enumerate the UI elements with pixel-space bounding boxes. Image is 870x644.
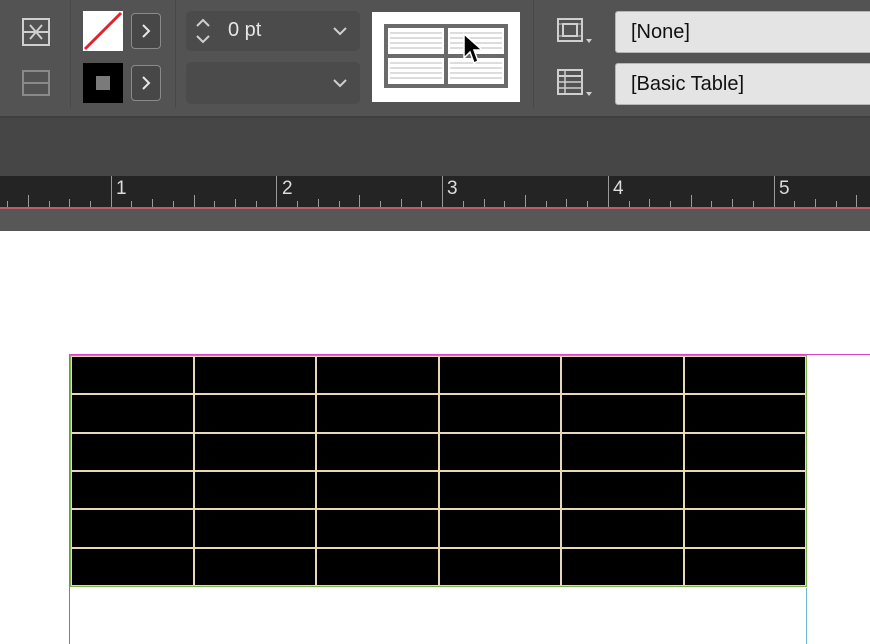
control-panel: 0 pt [None] [Basic Table] xyxy=(0,0,870,116)
stroke-weight-value: 0 pt xyxy=(228,19,262,41)
table-cell[interactable] xyxy=(317,357,438,394)
ruler-tick xyxy=(649,199,650,207)
ruler-tick xyxy=(856,195,857,207)
table-cell[interactable] xyxy=(684,510,805,547)
ruler-tick xyxy=(401,199,402,207)
pasteboard-strip xyxy=(0,209,870,231)
table-cell[interactable] xyxy=(439,510,560,547)
table-cell[interactable] xyxy=(317,395,438,432)
stroke-swatch-menu-button[interactable] xyxy=(131,65,161,101)
ruler-label: 5 xyxy=(779,178,790,199)
cell-style-dropdown[interactable]: [None] xyxy=(615,11,870,53)
ruler-label: 1 xyxy=(116,178,127,199)
table-cell[interactable] xyxy=(194,510,315,547)
table-cell[interactable] xyxy=(562,395,683,432)
table-cell[interactable] xyxy=(72,471,193,509)
table-cell[interactable] xyxy=(684,471,805,509)
table-cell[interactable] xyxy=(72,433,193,470)
stroke-weight-field[interactable]: 0 pt xyxy=(186,11,360,51)
table-cell[interactable] xyxy=(72,548,193,585)
table-cell[interactable] xyxy=(562,471,683,509)
stroke-proxy-preview[interactable] xyxy=(372,12,520,102)
ruler-tick xyxy=(194,195,195,207)
ruler-label: 2 xyxy=(282,178,293,199)
ruler-label: 4 xyxy=(613,178,624,199)
table-cell[interactable] xyxy=(439,395,560,432)
ruler-tick xyxy=(525,195,526,207)
column-guide-right xyxy=(806,588,807,644)
ruler-tick xyxy=(815,199,816,207)
table-cell[interactable] xyxy=(684,433,805,470)
divider xyxy=(533,0,534,108)
ruler-tick xyxy=(69,199,70,207)
ruler-tick xyxy=(732,199,733,207)
table-cell[interactable] xyxy=(194,395,315,432)
chevron-down-icon[interactable] xyxy=(332,78,348,88)
ruler-tick xyxy=(152,199,153,207)
table-cell[interactable] xyxy=(194,471,315,509)
table-style-value: [Basic Table] xyxy=(631,73,745,95)
chevron-right-icon xyxy=(142,24,151,38)
divider xyxy=(175,0,176,108)
table-cell[interactable] xyxy=(562,548,683,585)
table-cell[interactable] xyxy=(317,548,438,585)
table-cell[interactable] xyxy=(194,433,315,470)
table-cell[interactable] xyxy=(317,510,438,547)
table[interactable] xyxy=(70,355,807,587)
table-cell[interactable] xyxy=(562,510,683,547)
table-styles-icon[interactable] xyxy=(557,68,593,103)
merge-cells-icon[interactable] xyxy=(22,18,50,51)
fill-none-swatch-icon[interactable] xyxy=(83,11,123,51)
table-cell[interactable] xyxy=(684,395,805,432)
table-cell[interactable] xyxy=(562,433,683,470)
ruler-tick xyxy=(318,199,319,207)
ruler-tick xyxy=(111,176,112,207)
cell-style-value: [None] xyxy=(631,21,690,43)
table-cell[interactable] xyxy=(194,357,315,394)
horizontal-ruler[interactable]: 1 2 3 4 5 xyxy=(0,176,870,207)
table-cell[interactable] xyxy=(439,471,560,509)
table-cell[interactable] xyxy=(439,548,560,585)
ruler-tick xyxy=(235,199,236,207)
ruler-tick xyxy=(608,176,609,207)
table-cell[interactable] xyxy=(317,433,438,470)
chevron-right-icon xyxy=(142,76,151,90)
ruler-tick xyxy=(276,176,277,207)
table-cell[interactable] xyxy=(684,357,805,394)
ruler-label: 3 xyxy=(447,178,458,199)
cell-styles-icon[interactable] xyxy=(557,17,593,50)
split-cells-icon[interactable] xyxy=(22,70,50,101)
stepper-arrows-icon[interactable] xyxy=(194,15,212,47)
ruler-tick xyxy=(359,195,360,207)
table-cell[interactable] xyxy=(72,395,193,432)
table-cell[interactable] xyxy=(317,471,438,509)
ruler-tick xyxy=(484,199,485,207)
table-cell[interactable] xyxy=(562,357,683,394)
stroke-type-dropdown[interactable] xyxy=(186,62,360,104)
table-cell[interactable] xyxy=(72,510,193,547)
ruler-tick xyxy=(28,195,29,207)
document-tab-bar xyxy=(0,118,870,176)
table-style-dropdown[interactable]: [Basic Table] xyxy=(615,63,870,105)
stroke-swatch-icon[interactable] xyxy=(83,63,123,103)
ruler-tick xyxy=(691,195,692,207)
table-cell[interactable] xyxy=(684,548,805,585)
mouse-cursor-icon xyxy=(463,32,484,65)
ruler-tick xyxy=(442,176,443,207)
table-cell[interactable] xyxy=(72,357,193,394)
ruler-tick xyxy=(774,176,775,207)
divider xyxy=(70,0,71,108)
fill-swatch-menu-button[interactable] xyxy=(131,13,161,49)
chevron-down-icon[interactable] xyxy=(332,26,348,36)
ruler-tick xyxy=(566,199,567,207)
table-cell[interactable] xyxy=(439,357,560,394)
table-cell[interactable] xyxy=(439,433,560,470)
table-cell[interactable] xyxy=(194,548,315,585)
